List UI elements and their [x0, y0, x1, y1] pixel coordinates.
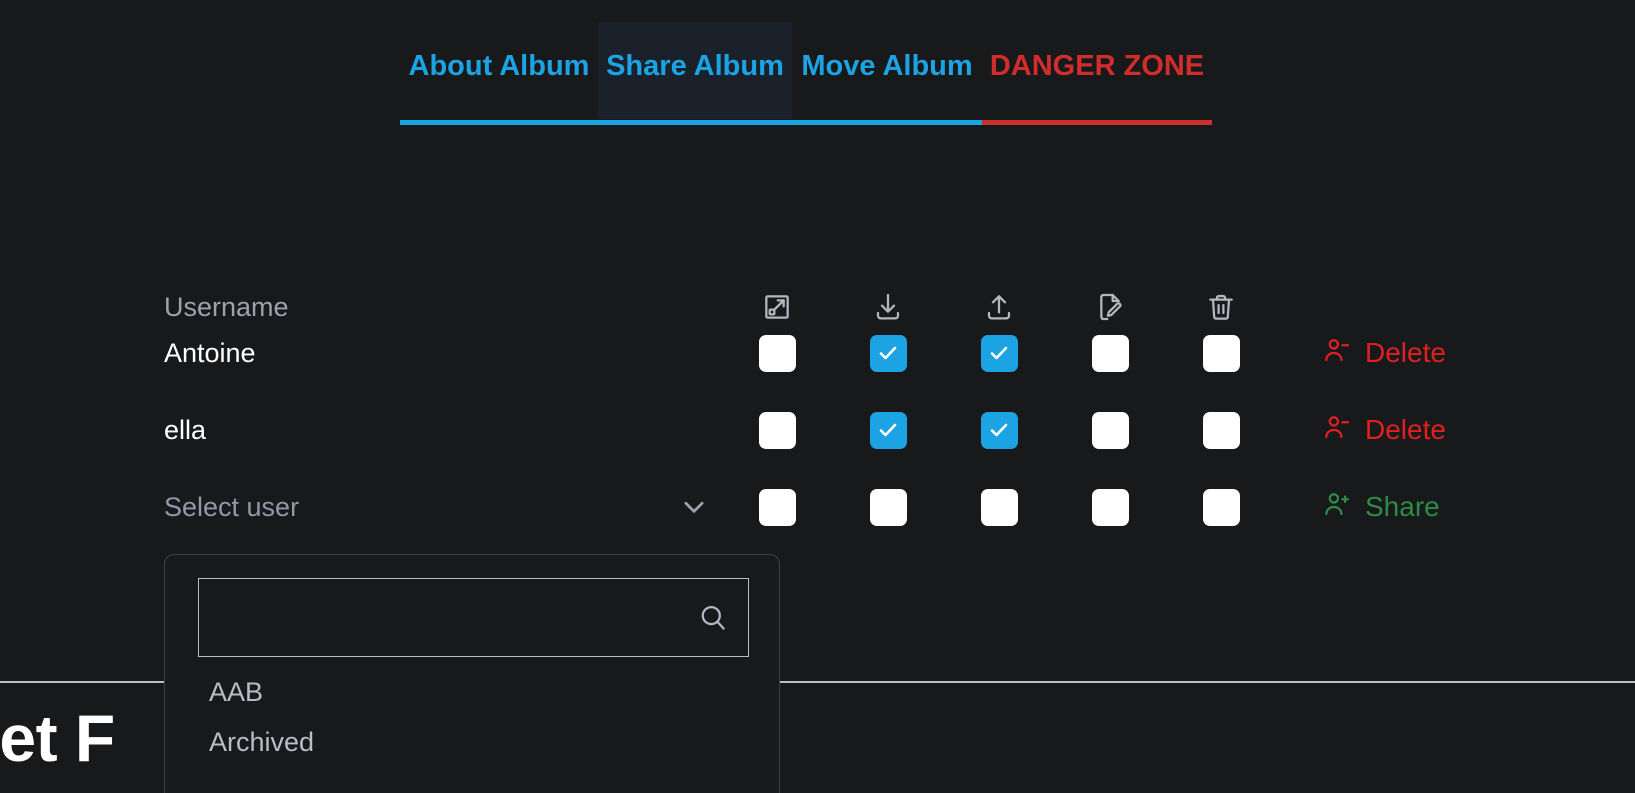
checkbox[interactable]: [1091, 334, 1129, 372]
delete-user-button[interactable]: Delete: [1322, 406, 1446, 454]
search-input[interactable]: [215, 579, 696, 656]
trash-icon: [1197, 283, 1245, 331]
permission-checkbox-share[interactable]: [753, 406, 801, 454]
table-row: ella Delete: [0, 406, 1635, 454]
table-row: Antoine Delete: [0, 329, 1635, 377]
checkbox[interactable]: [980, 488, 1018, 526]
permission-checkbox-download[interactable]: [864, 406, 912, 454]
checkbox[interactable]: [758, 411, 796, 449]
dropdown-option[interactable]: AAB: [209, 677, 263, 708]
permission-checkbox-upload[interactable]: [975, 329, 1023, 377]
permission-checkbox-download[interactable]: [864, 329, 912, 377]
checkbox[interactable]: [980, 411, 1018, 449]
share-expand-icon: [753, 283, 801, 331]
permission-checkbox-edit[interactable]: [1086, 406, 1134, 454]
person-minus-icon: [1322, 412, 1352, 449]
new-permission-checkbox-download[interactable]: [864, 483, 912, 531]
checkbox[interactable]: [980, 334, 1018, 372]
checkbox[interactable]: [1091, 488, 1129, 526]
search-icon[interactable]: [696, 601, 730, 635]
user-select-trigger[interactable]: Select user: [164, 483, 709, 531]
checkbox[interactable]: [869, 411, 907, 449]
new-permission-checkbox-delete[interactable]: [1197, 483, 1245, 531]
download-icon: [864, 283, 912, 331]
file-edit-icon: [1086, 283, 1134, 331]
album-settings-screen: reet F About Album Share Album Move Albu…: [0, 0, 1635, 793]
permission-checkbox-share[interactable]: [753, 329, 801, 377]
share-user-button[interactable]: Share: [1322, 483, 1440, 531]
username-column-header: Username: [164, 291, 289, 322]
checkbox[interactable]: [869, 488, 907, 526]
checkbox[interactable]: [1202, 334, 1240, 372]
checkbox[interactable]: [1091, 411, 1129, 449]
new-permission-checkbox-edit[interactable]: [1086, 483, 1134, 531]
new-permission-checkbox-upload[interactable]: [975, 483, 1023, 531]
delete-button-label: Delete: [1365, 414, 1446, 445]
row-username: Antoine: [164, 337, 256, 368]
checkbox[interactable]: [758, 488, 796, 526]
delete-button-label: Delete: [1365, 337, 1446, 368]
chevron-down-icon[interactable]: [679, 492, 709, 522]
person-plus-icon: [1322, 489, 1352, 526]
permission-checkbox-delete[interactable]: [1197, 329, 1245, 377]
new-permission-checkbox-share[interactable]: [753, 483, 801, 531]
upload-icon: [975, 283, 1023, 331]
checkbox[interactable]: [758, 334, 796, 372]
row-username: ella: [164, 414, 207, 445]
checkbox[interactable]: [869, 334, 907, 372]
share-button-label: Share: [1365, 491, 1440, 522]
delete-user-button[interactable]: Delete: [1322, 329, 1446, 377]
dropdown-search-field[interactable]: [198, 578, 749, 657]
checkbox[interactable]: [1202, 411, 1240, 449]
user-select-dropdown: AAB Archived: [164, 554, 780, 793]
permission-checkbox-upload[interactable]: [975, 406, 1023, 454]
permission-checkbox-delete[interactable]: [1197, 406, 1245, 454]
share-album-panel: Username Antoine Delete ella Delete Shar…: [0, 0, 1635, 793]
table-header-row: Username: [0, 283, 1635, 331]
person-minus-icon: [1322, 335, 1352, 372]
permission-checkbox-edit[interactable]: [1086, 329, 1134, 377]
checkbox[interactable]: [1202, 488, 1240, 526]
dropdown-option[interactable]: Archived: [209, 727, 314, 758]
user-select-placeholder: Select user: [164, 491, 300, 522]
